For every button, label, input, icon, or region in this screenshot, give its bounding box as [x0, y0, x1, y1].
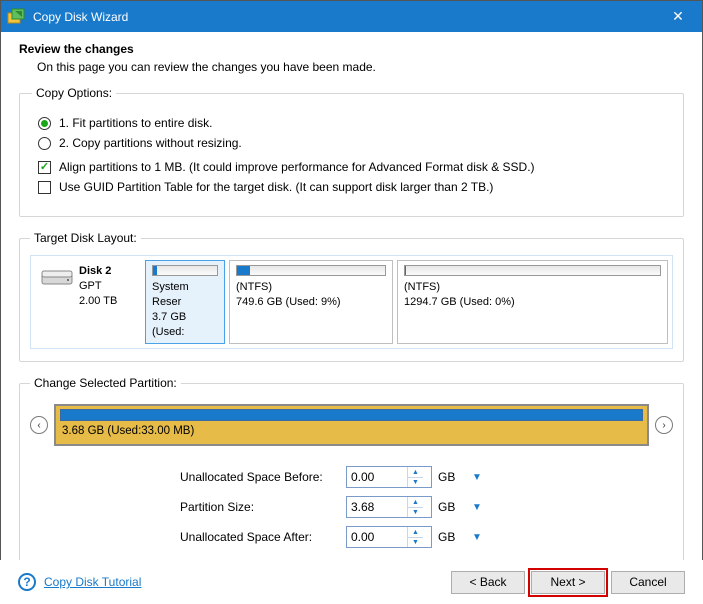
change-selected-legend: Change Selected Partition: — [30, 376, 181, 390]
target-layout-group: Target Disk Layout: Disk 2 GPT 2.00 TB S… — [19, 231, 684, 362]
unalloc-before-field[interactable] — [347, 467, 407, 487]
partition-2[interactable]: (NTFS) 749.6 GB (Used: 9%) — [229, 260, 393, 344]
disk-type: GPT — [79, 280, 102, 292]
partition-size-label: Partition Size: — [180, 500, 340, 514]
unalloc-after-label: Unallocated Space After: — [180, 530, 340, 544]
page-header: Review the changes On this page you can … — [1, 32, 702, 82]
disk-name: Disk 2 — [79, 265, 111, 277]
disk-icon — [41, 268, 73, 288]
disk-info: Disk 2 GPT 2.00 TB — [35, 260, 141, 344]
tutorial-link[interactable]: Copy Disk Tutorial — [44, 575, 141, 589]
check-use-guid[interactable] — [38, 181, 51, 194]
partition-size-field[interactable] — [347, 497, 407, 517]
radio-copy-no-resize[interactable] — [38, 137, 51, 150]
unit-dropdown[interactable]: ▼ — [470, 470, 484, 484]
unalloc-after-field[interactable] — [347, 527, 407, 547]
cancel-button[interactable]: Cancel — [611, 571, 685, 594]
unit-label: GB — [438, 530, 462, 544]
unit-label: GB — [438, 470, 462, 484]
spin-down-icon[interactable]: ▼ — [408, 478, 423, 488]
back-button[interactable]: < Back — [451, 571, 525, 594]
check-align-label[interactable]: Align partitions to 1 MB. (It could impr… — [59, 160, 535, 174]
spin-up-icon[interactable]: ▲ — [408, 527, 423, 538]
disk-size: 2.00 TB — [79, 295, 117, 307]
check-guid-label[interactable]: Use GUID Partition Table for the target … — [59, 180, 493, 194]
radio-fit-label[interactable]: 1. Fit partitions to entire disk. — [59, 116, 212, 130]
spin-up-icon[interactable]: ▲ — [408, 467, 423, 478]
unalloc-before-label: Unallocated Space Before: — [180, 470, 340, 484]
change-selected-group: Change Selected Partition: ‹ 3.68 GB (Us… — [19, 376, 684, 573]
partition-2-info: 749.6 GB (Used: 9%) — [236, 295, 386, 310]
footer: ? Copy Disk Tutorial < Back Next > Cance… — [0, 560, 703, 604]
shrink-left-button[interactable]: ‹ — [30, 416, 48, 434]
copy-options-legend: Copy Options: — [32, 86, 116, 100]
spin-down-icon[interactable]: ▼ — [408, 508, 423, 518]
disk-layout-row: Disk 2 GPT 2.00 TB System Reser 3.7 GB (… — [30, 255, 673, 349]
radio-fit-partitions[interactable] — [38, 117, 51, 130]
used-space-bar — [60, 409, 643, 421]
partition-2-name: (NTFS) — [236, 280, 386, 295]
partition-3[interactable]: (NTFS) 1294.7 GB (Used: 0%) — [397, 260, 668, 344]
partition-1[interactable]: System Reser 3.7 GB (Used: — [145, 260, 225, 344]
radio-copy-no-resize-label[interactable]: 2. Copy partitions without resizing. — [59, 136, 242, 150]
window-title: Copy Disk Wizard — [33, 10, 658, 24]
unalloc-after-input[interactable]: ▲▼ — [346, 526, 432, 548]
help-icon[interactable]: ? — [18, 573, 36, 591]
close-icon[interactable]: ✕ — [658, 1, 698, 32]
partition-1-name: System Reser — [152, 280, 218, 310]
check-align-1mb[interactable] — [38, 161, 51, 174]
app-icon — [5, 6, 27, 28]
resize-bar-label: 3.68 GB (Used:33.00 MB) — [56, 423, 647, 437]
unalloc-before-input[interactable]: ▲▼ — [346, 466, 432, 488]
page-title: Review the changes — [19, 42, 684, 56]
target-layout-legend: Target Disk Layout: — [30, 231, 141, 245]
partition-3-info: 1294.7 GB (Used: 0%) — [404, 295, 661, 310]
unit-label: GB — [438, 500, 462, 514]
copy-options-group: Copy Options: 1. Fit partitions to entir… — [19, 86, 684, 217]
unit-dropdown[interactable]: ▼ — [470, 500, 484, 514]
spin-up-icon[interactable]: ▲ — [408, 497, 423, 508]
partition-size-input[interactable]: ▲▼ — [346, 496, 432, 518]
page-subtitle: On this page you can review the changes … — [19, 60, 684, 74]
spin-down-icon[interactable]: ▼ — [408, 538, 423, 548]
grow-right-button[interactable]: › — [655, 416, 673, 434]
titlebar: Copy Disk Wizard ✕ — [1, 1, 702, 32]
partition-3-name: (NTFS) — [404, 280, 661, 295]
partition-resize-bar[interactable]: 3.68 GB (Used:33.00 MB) — [54, 404, 649, 446]
next-button[interactable]: Next > — [531, 571, 605, 594]
partition-1-info: 3.7 GB (Used: — [152, 310, 218, 340]
unit-dropdown[interactable]: ▼ — [470, 530, 484, 544]
